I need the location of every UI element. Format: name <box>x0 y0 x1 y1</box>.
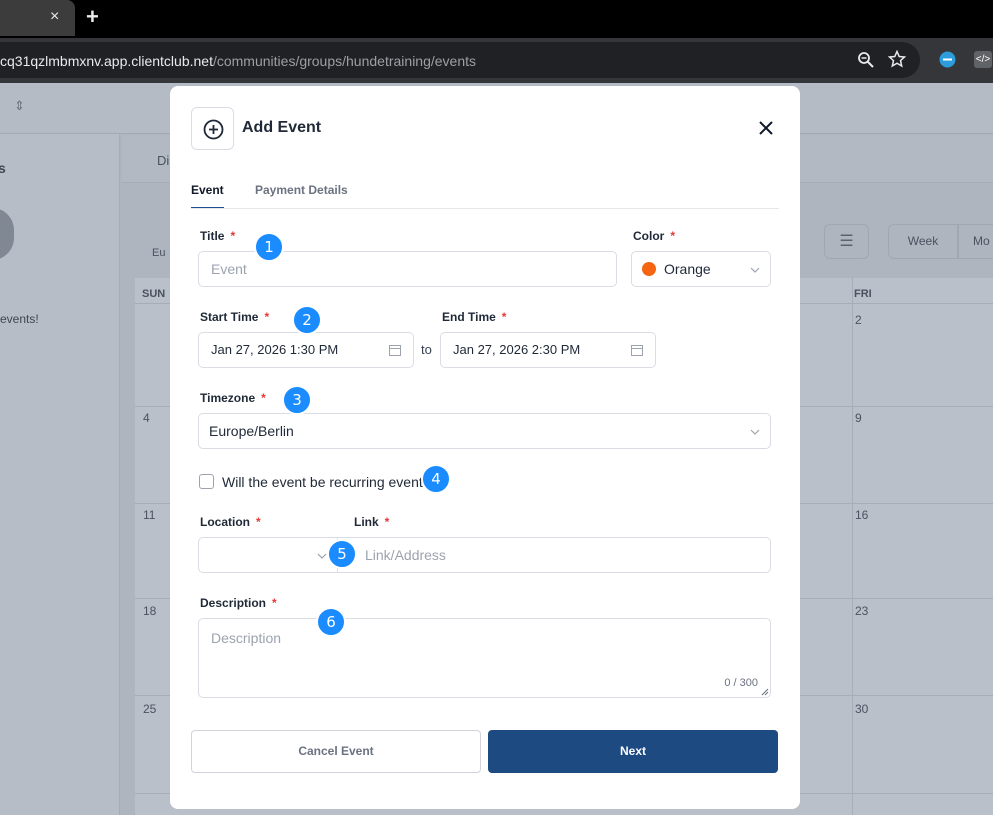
day-header-sun: SUN <box>142 288 166 300</box>
required-mark: * <box>261 391 266 405</box>
required-mark: * <box>264 310 270 324</box>
start-time-label: Start Time * <box>200 310 269 324</box>
resize-grip-icon[interactable] <box>761 688 769 696</box>
add-event-icon-box <box>191 107 234 150</box>
location-label: Location * <box>200 515 261 529</box>
browser-tab[interactable]: × <box>0 0 75 36</box>
location-label-text: Location <box>200 515 250 529</box>
location-select[interactable] <box>198 537 338 573</box>
browser-tab-bar: × + <box>0 0 993 38</box>
add-event-modal: Add Event Event Payment Details Title * E… <box>170 86 800 809</box>
bookmark-star-icon[interactable] <box>888 50 906 68</box>
link-input[interactable]: Link/Address <box>337 537 771 573</box>
grid-line <box>852 278 853 815</box>
date-cell: 4 <box>143 411 150 425</box>
new-tab-icon[interactable]: + <box>86 5 99 29</box>
toolbar-label: Di <box>157 153 170 168</box>
recurring-checkbox[interactable] <box>199 474 214 489</box>
sort-icon: ⇕ <box>14 98 25 113</box>
date-cell: 2 <box>855 313 862 327</box>
end-time-input[interactable]: Jan 27, 2026 2:30 PM <box>440 332 656 368</box>
url-path: /communities/groups/hundetraining/events <box>212 53 477 69</box>
devtools-extension-icon[interactable]: </> <box>974 51 992 68</box>
cancel-event-button[interactable]: Cancel Event <box>191 730 481 773</box>
to-separator: to <box>421 342 432 357</box>
sidebar-heading: s <box>0 160 6 176</box>
list-view-icon: ☰ <box>824 224 869 259</box>
url-text[interactable]: cq31qzlmbmxnv.app.clientclub.net/communi… <box>0 53 476 69</box>
tab-close-icon[interactable]: × <box>50 8 59 26</box>
color-value: Orange <box>664 261 711 277</box>
timezone-value: Europe/Berlin <box>209 423 294 439</box>
extension-icon[interactable] <box>939 51 956 68</box>
calendar-icon <box>631 345 643 356</box>
date-cell: 23 <box>855 604 869 618</box>
description-label-text: Description <box>200 596 267 610</box>
title-label-text: Title <box>200 229 225 243</box>
tab-payment-details[interactable]: Payment Details <box>255 183 348 197</box>
color-select[interactable]: Orange <box>631 251 771 287</box>
tabs-divider <box>191 208 779 209</box>
link-label: Link * <box>354 515 389 529</box>
timezone-label-text: Timezone <box>200 391 256 405</box>
month-view-button: Mo <box>958 224 993 259</box>
required-mark: * <box>501 310 507 324</box>
week-view-button: Week <box>888 224 958 259</box>
end-time-label: End Time * <box>442 310 506 324</box>
link-label-text: Link <box>354 515 379 529</box>
marker-4: 4 <box>421 464 451 494</box>
orange-swatch <box>642 262 656 276</box>
character-count: 0 / 300 <box>724 677 758 689</box>
day-header-fri: FRI <box>854 288 872 300</box>
description-textarea[interactable]: Description 0 / 300 <box>198 618 771 698</box>
calendar-icon <box>389 345 401 356</box>
zoom-icon[interactable] <box>857 51 875 69</box>
title-label: Title * <box>200 229 235 243</box>
chevron-down-icon <box>750 429 760 435</box>
modal-title: Add Event <box>242 119 322 136</box>
marker-2: 2 <box>292 305 322 335</box>
color-label-text: Color <box>633 229 665 243</box>
end-time-value: Jan 27, 2026 2:30 PM <box>453 342 581 357</box>
color-label: Color * <box>633 229 675 243</box>
chevron-down-icon <box>317 553 327 559</box>
timezone-select[interactable]: Europe/Berlin <box>198 413 771 449</box>
marker-5: 5 <box>327 539 357 569</box>
url-host: cq31qzlmbmxnv.app.clientclub.net <box>0 53 213 69</box>
date-cell: 18 <box>143 604 157 618</box>
required-mark: * <box>230 229 236 243</box>
recurring-label[interactable]: Will the event be recurring event? <box>222 474 431 490</box>
plus-circle-icon <box>203 119 224 140</box>
end-time-label-text: End Time <box>442 310 496 324</box>
start-time-input[interactable]: Jan 27, 2026 1:30 PM <box>198 332 414 368</box>
required-mark: * <box>256 515 261 529</box>
marker-6: 6 <box>316 607 346 637</box>
start-time-label-text: Start Time <box>200 310 259 324</box>
marker-3: 3 <box>282 385 312 415</box>
required-mark: * <box>272 596 277 610</box>
timezone-label: Timezone * <box>200 391 266 405</box>
date-cell: 9 <box>855 411 862 425</box>
required-mark: * <box>670 229 676 243</box>
description-label: Description * <box>200 596 277 610</box>
date-cell: 11 <box>143 508 156 522</box>
date-cell: 16 <box>855 508 869 522</box>
date-cell: 30 <box>855 702 869 716</box>
tab-event[interactable]: Event <box>191 183 224 197</box>
start-time-value: Jan 27, 2026 1:30 PM <box>211 342 339 357</box>
chevron-down-icon <box>750 267 760 273</box>
marker-1: 1 <box>254 232 284 262</box>
left-column <box>0 134 120 815</box>
next-button[interactable]: Next <box>488 730 778 773</box>
close-icon[interactable] <box>758 120 774 136</box>
description-placeholder: Description <box>211 630 282 646</box>
required-mark: * <box>384 515 390 529</box>
no-events-text: events! <box>0 312 39 326</box>
toolbar-sub: Eu <box>152 247 166 259</box>
date-cell: 25 <box>143 702 157 716</box>
